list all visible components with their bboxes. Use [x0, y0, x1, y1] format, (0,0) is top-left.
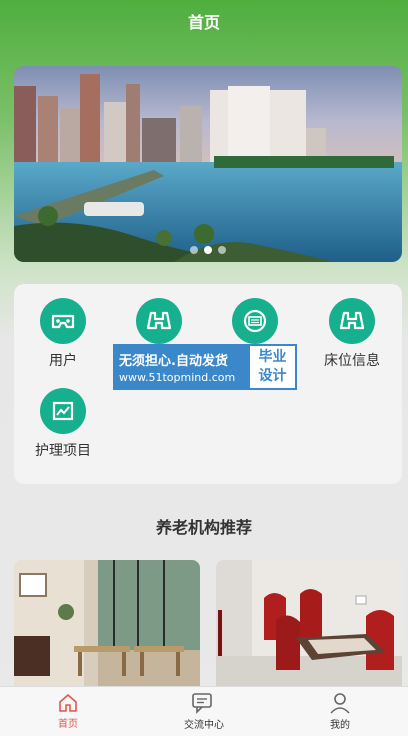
carousel-dot[interactable]: [218, 246, 226, 254]
watermark-overlay: 无须担心.自动发货 www.51topmind.com 毕业 设计: [113, 344, 297, 390]
menu-item-user[interactable]: 用户: [15, 298, 111, 370]
menu-label: 床位信息: [324, 353, 380, 369]
header-bar: 首页: [0, 0, 408, 42]
section-title: 养老机构推荐: [155, 518, 252, 537]
tab-label: 交流中心: [184, 720, 224, 731]
watermark-url: www.51topmind.com: [119, 371, 236, 384]
home-icon: [59, 694, 77, 712]
menu-item-bed-info[interactable]: 床位信息: [304, 298, 400, 370]
carousel-dots: [14, 246, 402, 254]
watermark-line1: 无须担心.自动发货: [119, 354, 228, 369]
watermark-right1: 毕业: [258, 349, 287, 365]
menu-label: 护理项目: [35, 443, 91, 459]
menu-item-3[interactable]: [207, 298, 303, 350]
binoculars-icon: [329, 298, 375, 344]
tab-exchange-center[interactable]: 交流中心: [136, 687, 272, 736]
watermark-right2: 设计: [258, 368, 287, 384]
banner-image: [14, 66, 402, 262]
chart-icon: [40, 388, 86, 434]
page-title: 首页: [187, 13, 220, 32]
tab-label: 首页: [58, 719, 78, 730]
menu-item-care[interactable]: 护理项目: [15, 388, 111, 460]
recommend-card[interactable]: [216, 560, 402, 686]
vr-goggles-icon: [40, 298, 86, 344]
keyboard-icon: [232, 298, 278, 344]
recommend-image: [216, 560, 402, 686]
menu-item-2[interactable]: [111, 298, 207, 350]
bottom-tab-bar: 首页 交流中心 我的: [0, 686, 408, 736]
user-icon: [330, 693, 350, 714]
binoculars-icon: [136, 298, 182, 344]
carousel-dot[interactable]: [190, 246, 198, 254]
recommend-image: [14, 560, 200, 686]
menu-label: 用户: [49, 353, 77, 369]
recommend-card[interactable]: [14, 560, 200, 686]
carousel-dot-active[interactable]: [204, 246, 212, 254]
chat-icon: [192, 693, 212, 714]
banner-carousel[interactable]: [14, 66, 402, 262]
tab-mine[interactable]: 我的: [272, 687, 408, 736]
tab-home[interactable]: 首页: [0, 687, 136, 736]
tab-label: 我的: [330, 720, 350, 731]
